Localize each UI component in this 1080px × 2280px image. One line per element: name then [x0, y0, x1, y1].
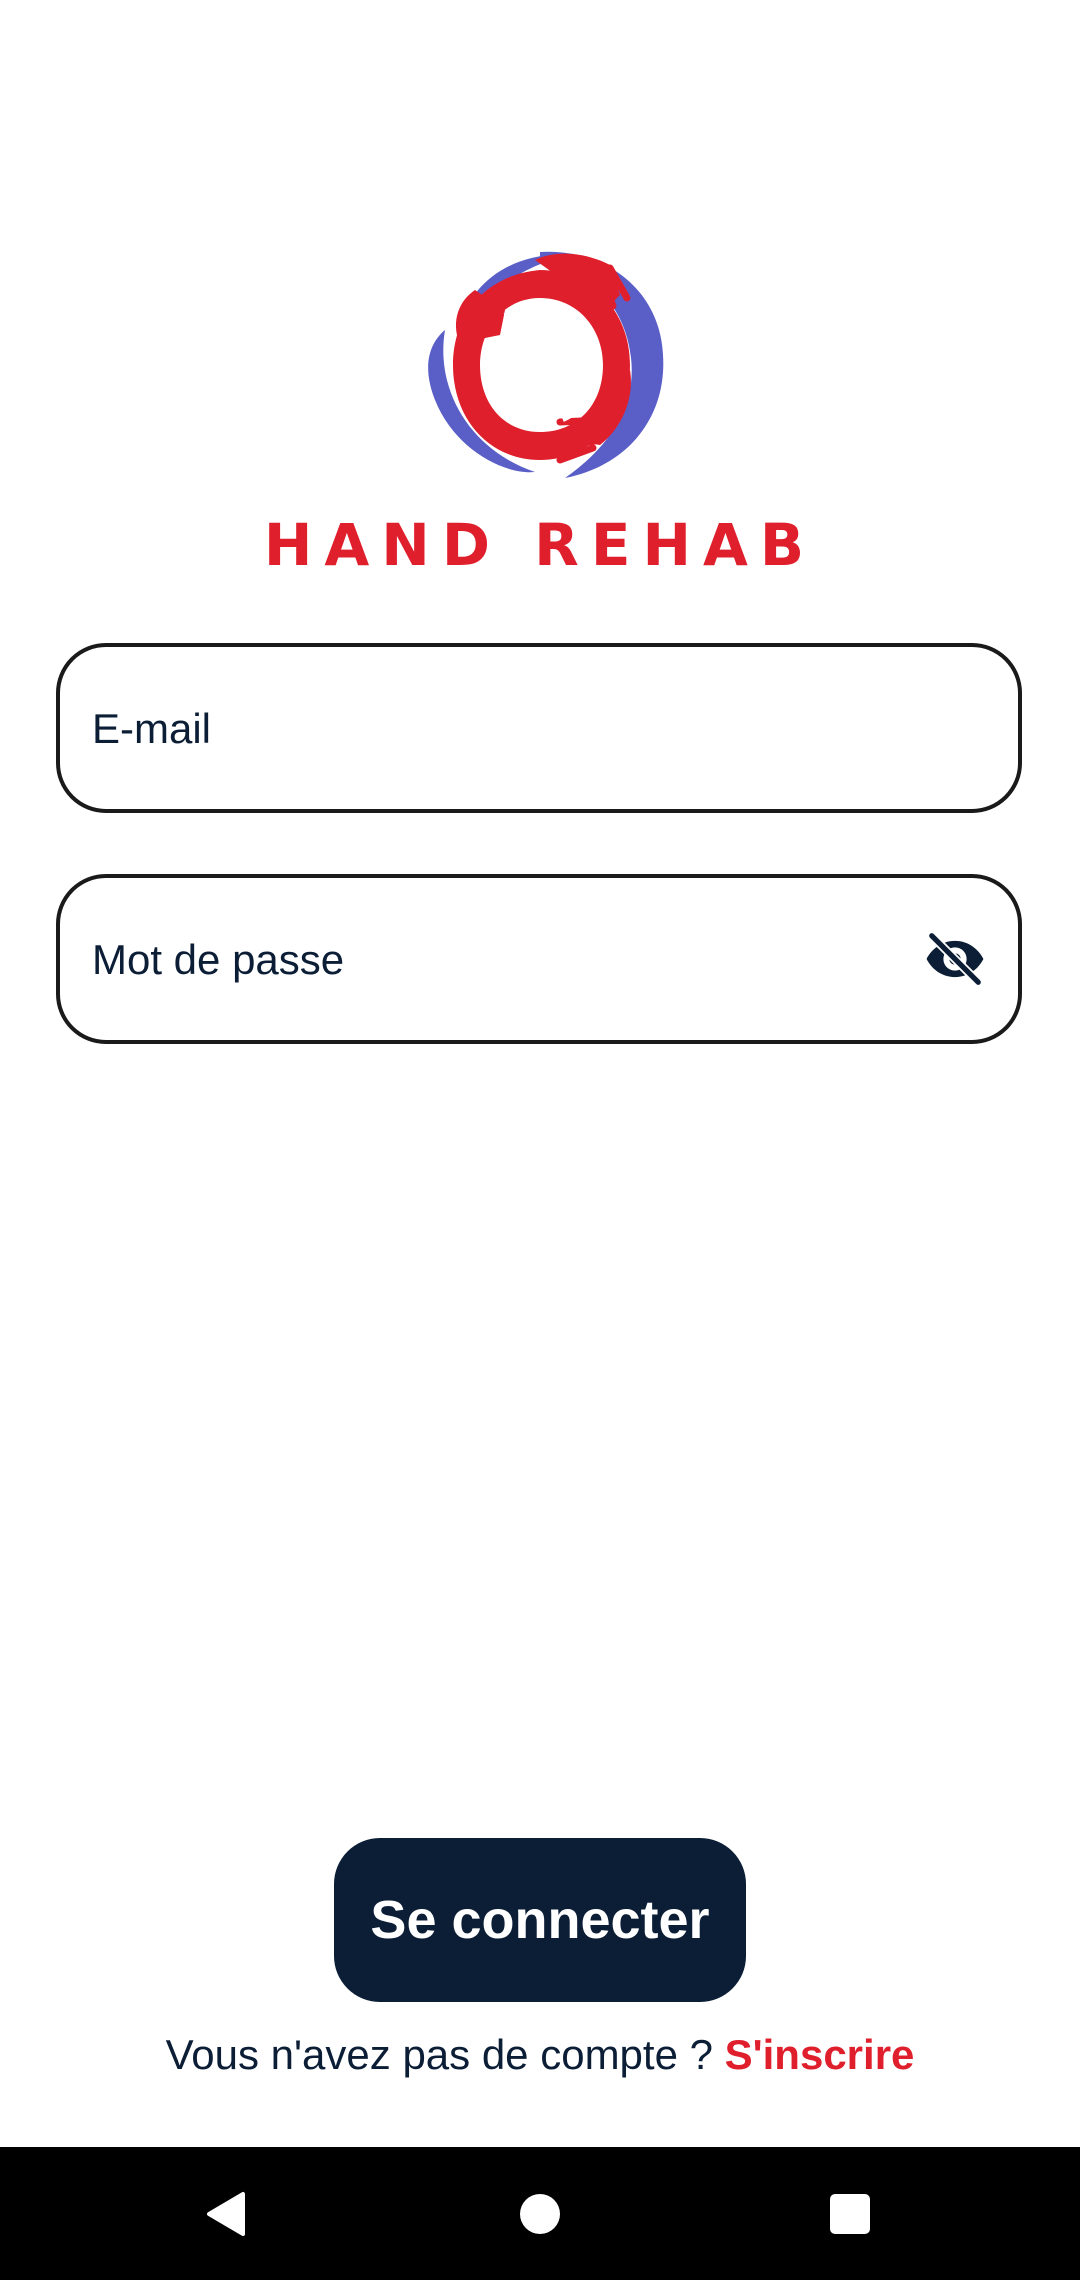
password-input[interactable] — [90, 878, 924, 1042]
back-triangle-icon — [207, 2191, 245, 2236]
recents-square-icon — [830, 2193, 870, 2234]
system-navigation-bar — [0, 2147, 1080, 2280]
login-button[interactable]: Se connecter — [334, 1838, 746, 2002]
login-screen: HAND REHAB Se connecter Vous n'avez pas … — [0, 0, 1080, 2280]
app-logo: HAND REHAB — [0, 230, 1080, 590]
signup-prompt-line: Vous n'avez pas de compte ? S'inscrire — [0, 2030, 1080, 2080]
email-input[interactable] — [90, 647, 924, 811]
hands-circle-logo-icon — [428, 251, 664, 478]
signup-link[interactable]: S'inscrire — [725, 2031, 915, 2078]
email-field[interactable] — [56, 643, 1022, 813]
signup-prompt-text: Vous n'avez pas de compte ? — [165, 2031, 725, 2078]
password-field[interactable] — [56, 874, 1022, 1044]
nav-recents-button[interactable] — [785, 2147, 915, 2280]
brand-name: HAND REHAB — [263, 511, 817, 579]
eye-off-icon — [926, 931, 984, 987]
nav-home-button[interactable] — [475, 2147, 605, 2280]
password-visibility-toggle[interactable] — [922, 926, 988, 992]
home-circle-icon — [520, 2193, 560, 2234]
nav-back-button[interactable] — [160, 2147, 290, 2280]
